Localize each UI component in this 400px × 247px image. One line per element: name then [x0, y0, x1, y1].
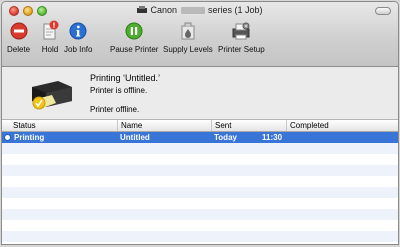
- window-title-prefix: Canon: [150, 5, 177, 15]
- printer-setup-icon: [230, 20, 252, 42]
- empty-row: [2, 242, 398, 244]
- redacted-model-name: [180, 7, 205, 14]
- row-sent-day: Today: [214, 133, 237, 142]
- row-status: Printing: [14, 133, 45, 142]
- window-title-suffix: series (1 Job): [208, 5, 263, 15]
- column-status-header[interactable]: Status: [2, 120, 117, 131]
- column-sent-header[interactable]: Sent: [211, 120, 286, 131]
- info-icon: [67, 20, 89, 42]
- empty-row: [2, 220, 398, 231]
- column-name-header[interactable]: Name: [117, 120, 211, 131]
- toolbar: Delete Hold Job Info Pause Printer Suppl…: [2, 20, 398, 66]
- table-header: Status Name Sent Completed: [2, 119, 398, 132]
- job-info-label: Job Info: [64, 45, 93, 54]
- hold-button[interactable]: Hold: [39, 20, 61, 54]
- job-info-button[interactable]: Job Info: [64, 20, 92, 54]
- window-title: Canon series (1 Job): [2, 5, 398, 15]
- empty-row: [2, 231, 398, 242]
- pause-icon: [123, 20, 145, 42]
- hold-icon: [39, 20, 61, 42]
- supply-levels-icon: [177, 20, 199, 42]
- table-body: Printing Untitled Today 11:30: [2, 132, 398, 244]
- row-sent-time: 11:30: [262, 133, 283, 142]
- empty-row: [2, 165, 398, 176]
- active-job-icon: [4, 134, 11, 141]
- current-job-title: Printing ‘Untitled.’: [90, 73, 161, 83]
- empty-row: [2, 154, 398, 165]
- delete-label: Delete: [7, 45, 31, 54]
- print-queue-window: Canon series (1 Job) Delete Hold Job Inf…: [1, 1, 399, 245]
- job-info-panel: Printing ‘Untitled.’ Printer is offline.…: [2, 67, 398, 119]
- printer-setup-button[interactable]: Printer Setup: [218, 20, 265, 54]
- supply-levels-label: Supply Levels: [163, 45, 213, 54]
- pause-printer-button[interactable]: Pause Printer: [110, 20, 158, 54]
- printer-icon: [137, 6, 148, 13]
- printer-image: [32, 81, 72, 110]
- delete-button[interactable]: Delete: [7, 20, 30, 54]
- printer-setup-label: Printer Setup: [218, 45, 265, 54]
- empty-row: [2, 176, 398, 187]
- hold-label: Hold: [41, 45, 59, 54]
- column-completed-header[interactable]: Completed: [286, 120, 398, 131]
- empty-row: [2, 143, 398, 154]
- empty-row: [2, 209, 398, 220]
- row-name: Untitled: [120, 133, 150, 142]
- job-status-text: Printer is offline.: [90, 86, 148, 95]
- job-table: Status Name Sent Completed Printing Unti…: [2, 119, 398, 244]
- table-row[interactable]: Printing Untitled Today 11:30: [2, 132, 398, 143]
- empty-row: [2, 198, 398, 209]
- title-bar: Canon series (1 Job) Delete Hold Job Inf…: [2, 2, 398, 67]
- supply-levels-button[interactable]: Supply Levels: [163, 20, 213, 54]
- empty-row: [2, 187, 398, 198]
- pause-printer-label: Pause Printer: [110, 45, 159, 54]
- delete-icon: [8, 20, 30, 42]
- printer-status-text: Printer offline.: [90, 105, 140, 114]
